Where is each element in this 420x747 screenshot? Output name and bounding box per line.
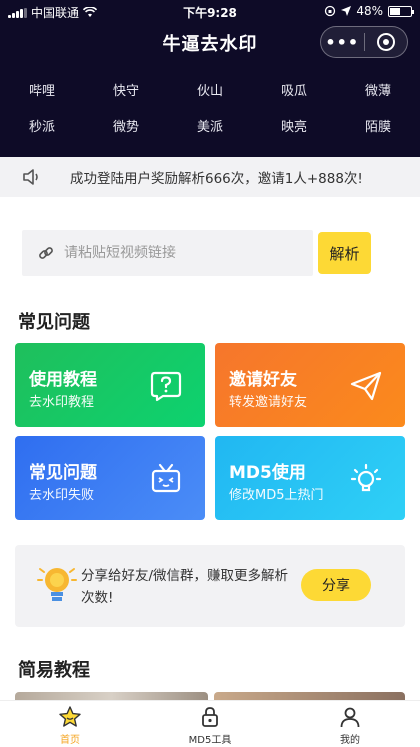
card-title: 常见问题 xyxy=(29,463,97,483)
card-subtitle: 去水印失败 xyxy=(29,488,95,503)
close-mini-program-button[interactable] xyxy=(364,33,407,51)
tab-label: 我的 xyxy=(340,735,360,746)
card-title: 邀请好友 xyxy=(229,370,297,390)
tutorial-section-title: 简易教程 xyxy=(18,660,90,681)
card-subtitle: 去水印教程 xyxy=(29,395,95,410)
more-menu-button[interactable]: ••• xyxy=(321,33,364,52)
tab-label: MD5工具 xyxy=(188,735,232,746)
md5-usage-card[interactable]: MD5使用 修改MD5上热门 xyxy=(215,436,405,520)
platform-item[interactable]: 伙山 xyxy=(168,80,252,99)
notice-bar: 成功登陆用户奖励解析666次，邀请1人+888次! xyxy=(0,157,420,197)
lock-icon xyxy=(202,707,218,727)
battery-fill xyxy=(390,7,400,15)
card-title: MD5使用 xyxy=(229,463,306,483)
user-icon xyxy=(340,707,360,728)
speaker-icon xyxy=(23,169,38,185)
platform-item[interactable]: 微薄 xyxy=(336,80,420,99)
notice-text: 成功登陆用户奖励解析666次，邀请1人+888次! xyxy=(70,171,363,187)
faq-section-title: 常见问题 xyxy=(18,312,90,333)
card-subtitle: 修改MD5上热门 xyxy=(229,488,324,503)
share-banner: 分享给好友/微信群，赚取更多解析次数! 分享 xyxy=(15,545,405,627)
platform-item[interactable]: 快守 xyxy=(84,80,168,99)
tab-home[interactable]: 首页 xyxy=(0,701,140,747)
platform-item[interactable]: 映亮 xyxy=(252,116,336,135)
platform-grid: 哔哩 快守 伙山 吸瓜 微薄 秒派 微势 美派 映亮 陌膜 xyxy=(0,80,420,135)
video-link-input[interactable] xyxy=(64,245,294,261)
tab-profile[interactable]: 我的 xyxy=(280,701,420,747)
link-input-box xyxy=(22,230,313,276)
faq-card[interactable]: 常见问题 去水印失败 xyxy=(15,436,205,520)
parse-button[interactable]: 解析 xyxy=(318,232,371,274)
invite-friends-card[interactable]: 邀请好友 转发邀请好友 xyxy=(215,343,405,427)
lightbulb-coin-icon xyxy=(37,568,77,601)
bottom-tab-bar: 首页 MD5工具 我的 xyxy=(0,700,420,747)
location-icon xyxy=(341,6,352,16)
tutorial-thumbnail[interactable] xyxy=(15,692,208,700)
platform-item[interactable]: 美派 xyxy=(168,116,252,135)
status-bar: 中国联通 下午9:28 48% xyxy=(0,0,420,22)
battery-percent: 48% xyxy=(356,4,383,18)
platform-item[interactable]: 吸瓜 xyxy=(252,80,336,99)
paper-plane-icon xyxy=(350,371,382,401)
mini-program-capsule: ••• xyxy=(320,26,408,58)
tutorial-thumbnail[interactable] xyxy=(214,692,405,700)
share-button[interactable]: 分享 xyxy=(301,569,371,601)
card-subtitle: 转发邀请好友 xyxy=(229,395,308,410)
card-title: 使用教程 xyxy=(29,370,97,390)
header: 中国联通 下午9:28 48% 牛逼去水印 ••• 哔哩 快守 伙山 吸瓜 微薄… xyxy=(0,0,420,157)
platform-item[interactable]: 微势 xyxy=(84,116,168,135)
platform-item[interactable]: 秒派 xyxy=(0,116,84,135)
lightbulb-icon xyxy=(350,463,382,492)
question-bubble-icon xyxy=(150,371,182,402)
tab-md5-tool[interactable]: MD5工具 xyxy=(140,701,280,747)
link-icon xyxy=(39,247,53,259)
star-icon xyxy=(59,706,81,727)
tab-label: 首页 xyxy=(60,735,80,746)
tv-face-icon xyxy=(151,463,181,493)
platform-item[interactable]: 哔哩 xyxy=(0,80,84,99)
tutorial-card[interactable]: 使用教程 去水印教程 xyxy=(15,343,205,427)
battery-icon xyxy=(388,5,414,17)
orientation-lock-icon xyxy=(325,5,336,17)
share-text: 分享给好友/微信群，赚取更多解析次数! xyxy=(81,568,289,606)
target-circle-icon xyxy=(376,33,395,51)
platform-item[interactable]: 陌膜 xyxy=(336,116,420,135)
